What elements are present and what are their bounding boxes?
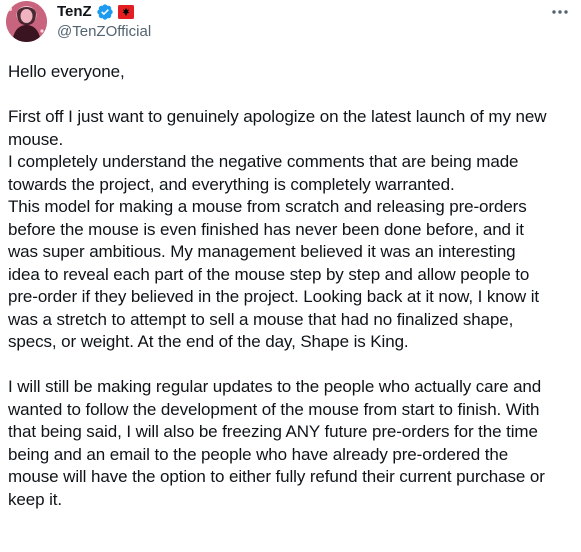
display-name[interactable]: TenZ — [57, 2, 92, 22]
more-options-icon[interactable] — [548, 2, 572, 22]
verified-badge-icon — [96, 3, 114, 21]
tweet-text: Hello everyone, First off I just want to… — [8, 61, 578, 511]
avatar-image — [6, 1, 47, 42]
tweet-paragraph-2: I will still be making regular updates t… — [8, 377, 545, 509]
tweet-greeting: Hello everyone, — [8, 62, 125, 81]
albania-flag-icon — [117, 5, 134, 19]
name-row: TenZ — [57, 2, 134, 22]
avatar[interactable] — [6, 1, 47, 42]
tweet-paragraph-1: First off I just want to genuinely apolo… — [8, 107, 547, 351]
tweet-header: TenZ @TenZOfficial — [0, 0, 581, 50]
user-handle[interactable]: @TenZOfficial — [57, 22, 151, 42]
